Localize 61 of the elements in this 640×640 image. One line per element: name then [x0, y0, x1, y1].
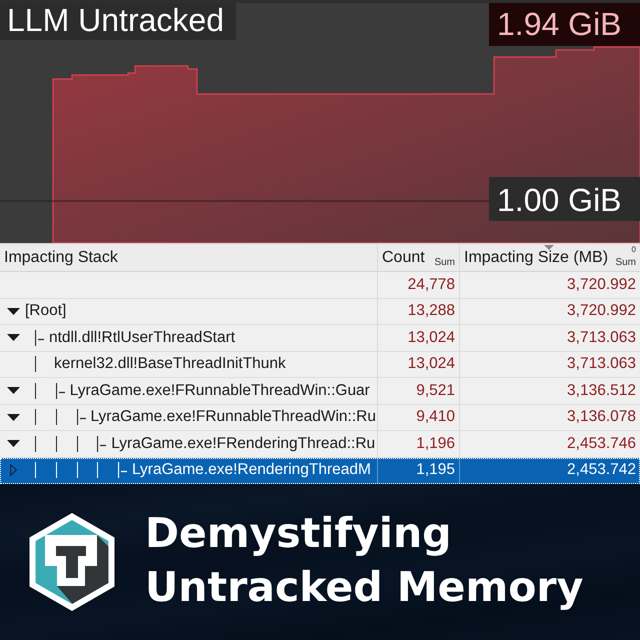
size-cell-text: 2,453.746 [566, 434, 637, 454]
tree-guide-line [76, 462, 78, 478]
stack-frame-label: LyraGame.exe!FRunnableThreadWin::Ru [90, 408, 376, 426]
size-cell-text: 3,720.992 [566, 274, 637, 295]
count-cell: 13,288 [378, 298, 460, 324]
size-cell-text: 3,136.512 [566, 380, 637, 401]
stack-frame-label: [Root] [25, 302, 66, 320]
tree-guide-line [35, 382, 36, 399]
aggregate-label: Sum [434, 258, 455, 268]
stack-frame-label: LyraGame.exe!FRunnableThreadWin::Guar [70, 382, 370, 400]
size-cell-text: 3,713.063 [566, 328, 637, 348]
graph-title: LLM Untracked [0, 3, 236, 40]
caret-down-icon[interactable] [7, 414, 20, 421]
size-cell-text: 3,713.063 [566, 354, 637, 374]
tree-guide-line [35, 462, 36, 478]
tree-guide-line [56, 436, 57, 452]
count-cell: 24,778 [378, 272, 460, 298]
aggregate-label: Sum [615, 258, 636, 268]
tree-row[interactable]: kernel32.dll!BaseThreadInitThunk 13,024 3,713.063 [0, 352, 640, 378]
tree-row[interactable]: LyraGame.exe!FRenderingThread::Ru 1,196 2,453.746 [0, 431, 640, 458]
tree-row[interactable]: LyraGame.exe!FRunnableThreadWin::Ru 9,410 3,136.078 [0, 404, 640, 431]
tree-connector [118, 462, 127, 478]
tree-guide-line [56, 462, 57, 478]
caret-down-icon[interactable] [7, 440, 20, 448]
tree-guide-line [35, 356, 36, 372]
stack-frame-label: LyraGame.exe!FRenderingThread::Ru [111, 434, 376, 453]
caret-down-icon[interactable] [7, 387, 20, 394]
tree-connector [76, 409, 86, 426]
size-cell-text: 3,720.992 [566, 301, 637, 322]
count-cell: 1,196 [378, 431, 460, 456]
hexagon-logo-icon [28, 512, 116, 612]
stack-frame-label: kernel32.dll!BaseThreadInitThunk [54, 355, 286, 374]
size-cell-text: 2,453.742 [566, 460, 637, 480]
current-value-label: 1.94 GiB [489, 3, 640, 46]
tree-guide-line [35, 436, 36, 452]
tree-guide-line [97, 462, 98, 478]
count-cell: 9,521 [378, 378, 460, 404]
tree-guide-line [35, 409, 36, 426]
tree-guide-line [76, 436, 78, 452]
tree-row[interactable]: ntdll.dll!RtlUserThreadStart 13,024 3,713.063 [0, 325, 640, 352]
count-cell: 13,024 [378, 325, 460, 350]
stack-frame-label: ntdll.dll!RtlUserThreadStart [49, 328, 236, 347]
banner-title: Demystifying Untracked Memory [145, 508, 584, 612]
tree-guide-line [56, 409, 57, 426]
tree-connector [35, 330, 44, 346]
caret-down-icon[interactable] [7, 334, 20, 342]
tree-row[interactable]: LyraGame.exe!RenderingThreadM 1,195 2,453.742 [0, 458, 640, 484]
column-header[interactable]: Count Sum [378, 244, 460, 271]
tree-connector [56, 382, 65, 399]
count-cell: 1,195 [378, 458, 460, 483]
stack-frame-label: LyraGame.exe!RenderingThreadM [132, 461, 371, 480]
tree-connector [97, 436, 106, 452]
tree-row[interactable]: [Root] 13,288 3,720.992 [0, 298, 640, 325]
gridline-value-label: 1.00 GiB [489, 177, 640, 221]
count-cell: 9,410 [378, 404, 460, 430]
caret-down-icon[interactable] [7, 308, 20, 315]
size-cell-text: 3,136.078 [566, 407, 637, 428]
column-header[interactable]: Impacting Stack [0, 244, 378, 271]
count-cell: 13,024 [378, 352, 460, 377]
sort-priority-label: 0 [632, 246, 636, 254]
tree-row[interactable]: LyraGame.exe!FRunnableThreadWin::Guar 9,521 3,136.512 [0, 378, 640, 404]
